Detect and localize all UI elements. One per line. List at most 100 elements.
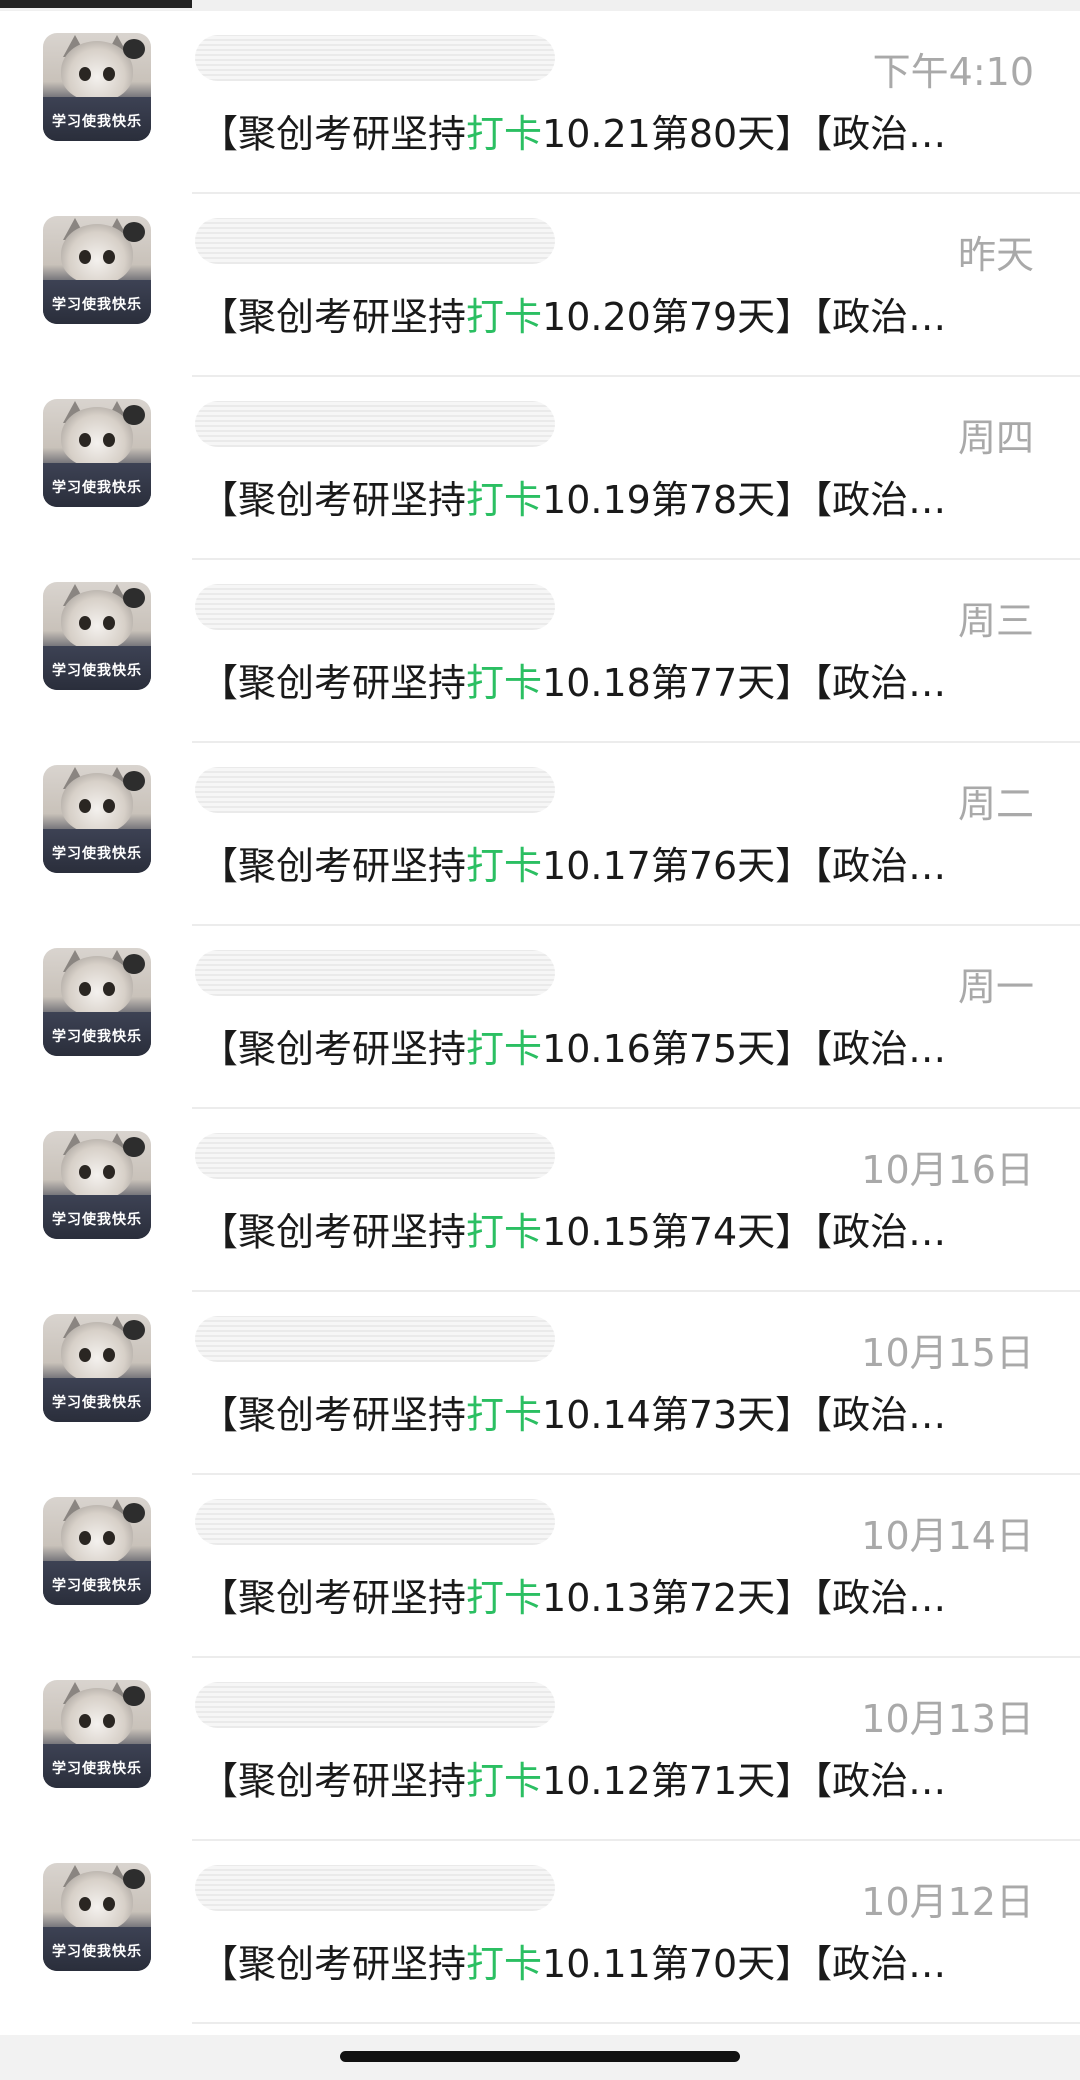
chat-row[interactable]: 学习使我快乐 10月12日 【聚创考研坚持打卡10.11第70天】【政治… <box>0 1841 1080 2024</box>
chat-preview: 【聚创考研坚持打卡10.17第76天】【政治… <box>200 835 946 890</box>
bear-icon <box>123 1137 145 1157</box>
avatar-caption: 学习使我快乐 <box>52 1761 142 1777</box>
home-indicator[interactable] <box>340 2051 740 2062</box>
avatar-caption: 学习使我快乐 <box>52 1212 142 1228</box>
avatar[interactable]: 学习使我快乐 <box>43 399 151 507</box>
redacted-chat-title <box>195 1316 555 1362</box>
chat-time: 下午4:10 <box>872 50 1034 94</box>
preview-prefix: 【聚创考研坚持 <box>200 1576 467 1620</box>
row-divider <box>192 2022 1080 2024</box>
redacted-chat-title <box>195 35 555 81</box>
active-tab-indicator <box>0 0 192 8</box>
redacted-chat-title <box>195 950 555 996</box>
chat-time: 周一 <box>957 965 1034 1009</box>
preview-suffix: 10.19第78天】【政治… <box>542 478 947 522</box>
preview-suffix: 10.17第76天】【政治… <box>542 844 947 888</box>
preview-prefix: 【聚创考研坚持 <box>200 295 467 339</box>
preview-prefix: 【聚创考研坚持 <box>200 112 467 156</box>
chat-list: 学习使我快乐 下午4:10 【聚创考研坚持打卡10.21第80天】【政治… 学习… <box>0 11 1080 2024</box>
chat-row[interactable]: 学习使我快乐 昨天 【聚创考研坚持打卡10.20第79天】【政治… <box>0 194 1080 377</box>
chat-row[interactable]: 学习使我快乐 10月16日 【聚创考研坚持打卡10.15第74天】【政治… <box>0 1109 1080 1292</box>
redacted-chat-title <box>195 767 555 813</box>
bear-icon <box>123 39 145 59</box>
preview-suffix: 10.21第80天】【政治… <box>542 112 947 156</box>
preview-prefix: 【聚创考研坚持 <box>200 1027 467 1071</box>
redacted-chat-title <box>195 218 555 264</box>
chat-time: 周四 <box>957 416 1034 460</box>
chat-row[interactable]: 学习使我快乐 周四 【聚创考研坚持打卡10.19第78天】【政治… <box>0 377 1080 560</box>
avatar[interactable]: 学习使我快乐 <box>43 216 151 324</box>
avatar[interactable]: 学习使我快乐 <box>43 1680 151 1788</box>
chat-time: 周二 <box>957 782 1034 826</box>
chat-preview: 【聚创考研坚持打卡10.18第77天】【政治… <box>200 652 946 707</box>
chat-preview: 【聚创考研坚持打卡10.11第70天】【政治… <box>200 1933 946 1988</box>
preview-highlight: 打卡 <box>466 112 543 156</box>
bear-icon <box>123 222 145 242</box>
preview-prefix: 【聚创考研坚持 <box>200 1210 467 1254</box>
redacted-chat-title <box>195 1682 555 1728</box>
bear-icon <box>123 588 145 608</box>
avatar[interactable]: 学习使我快乐 <box>43 582 151 690</box>
preview-prefix: 【聚创考研坚持 <box>200 1393 467 1437</box>
avatar[interactable]: 学习使我快乐 <box>43 33 151 141</box>
redacted-chat-title <box>195 584 555 630</box>
preview-prefix: 【聚创考研坚持 <box>200 478 467 522</box>
preview-highlight: 打卡 <box>466 1210 543 1254</box>
preview-suffix: 10.13第72天】【政治… <box>542 1576 947 1620</box>
avatar[interactable]: 学习使我快乐 <box>43 1131 151 1239</box>
redacted-chat-title <box>195 401 555 447</box>
preview-suffix: 10.16第75天】【政治… <box>542 1027 947 1071</box>
preview-suffix: 10.20第79天】【政治… <box>542 295 947 339</box>
preview-prefix: 【聚创考研坚持 <box>200 1942 467 1986</box>
chat-row[interactable]: 学习使我快乐 周二 【聚创考研坚持打卡10.17第76天】【政治… <box>0 743 1080 926</box>
redacted-chat-title <box>195 1865 555 1911</box>
preview-highlight: 打卡 <box>466 1759 543 1803</box>
chat-row[interactable]: 学习使我快乐 周三 【聚创考研坚持打卡10.18第77天】【政治… <box>0 560 1080 743</box>
avatar[interactable]: 学习使我快乐 <box>43 1314 151 1422</box>
chat-time: 10月16日 <box>861 1148 1034 1192</box>
preview-highlight: 打卡 <box>466 478 543 522</box>
preview-prefix: 【聚创考研坚持 <box>200 844 467 888</box>
chat-time: 昨天 <box>957 233 1034 277</box>
avatar[interactable]: 学习使我快乐 <box>43 1863 151 1971</box>
avatar[interactable]: 学习使我快乐 <box>43 1497 151 1605</box>
preview-highlight: 打卡 <box>466 844 543 888</box>
preview-suffix: 10.11第70天】【政治… <box>542 1942 947 1986</box>
bear-icon <box>123 771 145 791</box>
chat-preview: 【聚创考研坚持打卡10.12第71天】【政治… <box>200 1750 946 1805</box>
chat-time: 周三 <box>957 599 1034 643</box>
chat-row[interactable]: 学习使我快乐 10月13日 【聚创考研坚持打卡10.12第71天】【政治… <box>0 1658 1080 1841</box>
bear-icon <box>123 1503 145 1523</box>
chat-preview: 【聚创考研坚持打卡10.15第74天】【政治… <box>200 1201 946 1256</box>
top-tab-strip <box>0 0 1080 11</box>
preview-highlight: 打卡 <box>466 1027 543 1071</box>
preview-suffix: 10.14第73天】【政治… <box>542 1393 947 1437</box>
chat-row[interactable]: 学习使我快乐 10月14日 【聚创考研坚持打卡10.13第72天】【政治… <box>0 1475 1080 1658</box>
chat-preview: 【聚创考研坚持打卡10.14第73天】【政治… <box>200 1384 946 1439</box>
chat-preview: 【聚创考研坚持打卡10.16第75天】【政治… <box>200 1018 946 1073</box>
redacted-chat-title <box>195 1499 555 1545</box>
avatar-caption: 学习使我快乐 <box>52 297 142 313</box>
chat-row[interactable]: 学习使我快乐 下午4:10 【聚创考研坚持打卡10.21第80天】【政治… <box>0 11 1080 194</box>
preview-highlight: 打卡 <box>466 1576 543 1620</box>
preview-prefix: 【聚创考研坚持 <box>200 661 467 705</box>
chat-preview: 【聚创考研坚持打卡10.13第72天】【政治… <box>200 1567 946 1622</box>
bear-icon <box>123 1869 145 1889</box>
avatar[interactable]: 学习使我快乐 <box>43 948 151 1056</box>
bear-icon <box>123 1320 145 1340</box>
avatar-caption: 学习使我快乐 <box>52 663 142 679</box>
redacted-chat-title <box>195 1133 555 1179</box>
chat-preview: 【聚创考研坚持打卡10.19第78天】【政治… <box>200 469 946 524</box>
preview-prefix: 【聚创考研坚持 <box>200 1759 467 1803</box>
chat-row[interactable]: 学习使我快乐 10月15日 【聚创考研坚持打卡10.14第73天】【政治… <box>0 1292 1080 1475</box>
chat-preview: 【聚创考研坚持打卡10.20第79天】【政治… <box>200 286 946 341</box>
avatar[interactable]: 学习使我快乐 <box>43 765 151 873</box>
preview-suffix: 10.18第77天】【政治… <box>542 661 947 705</box>
bear-icon <box>123 1686 145 1706</box>
avatar-caption: 学习使我快乐 <box>52 1578 142 1594</box>
chat-row[interactable]: 学习使我快乐 周一 【聚创考研坚持打卡10.16第75天】【政治… <box>0 926 1080 1109</box>
avatar-caption: 学习使我快乐 <box>52 1944 142 1960</box>
chat-time: 10月14日 <box>861 1514 1034 1558</box>
avatar-caption: 学习使我快乐 <box>52 1029 142 1045</box>
preview-highlight: 打卡 <box>466 661 543 705</box>
